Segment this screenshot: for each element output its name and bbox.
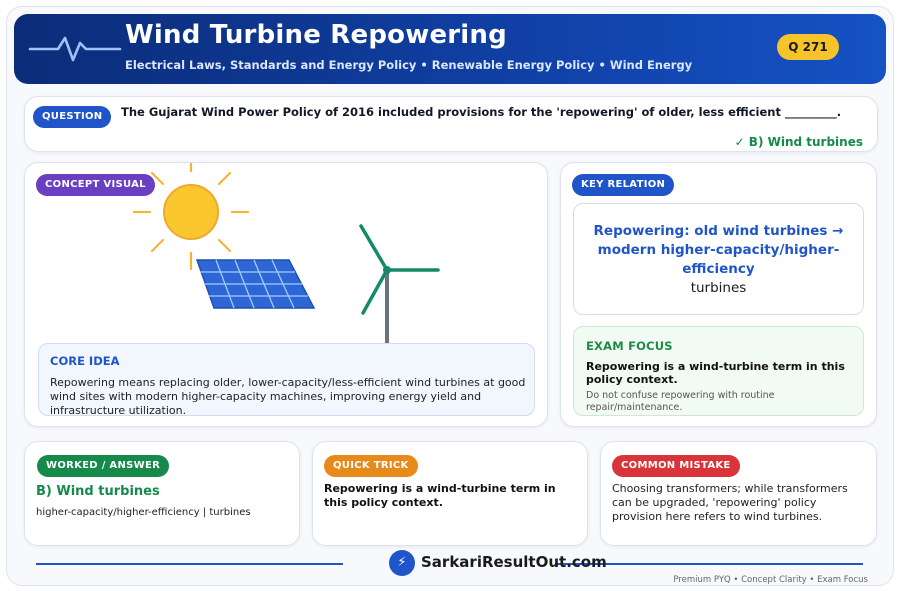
core-idea-heading: CORE IDEA xyxy=(50,354,120,368)
core-idea-text: Repowering means replacing older, lower-… xyxy=(50,376,526,417)
worked-answer-value: B) Wind turbines xyxy=(36,484,160,499)
core-idea-box: CORE IDEA Repowering means replacing old… xyxy=(38,343,535,417)
exam-focus-text: Repowering is a wind-turbine term in thi… xyxy=(586,360,845,386)
worked-answer-card: WORKED / ANSWER B) Wind turbines higher-… xyxy=(24,441,300,546)
key-relation-card: KEY RELATION Repowering: old wind turbin… xyxy=(560,162,877,427)
footer-divider-left xyxy=(36,563,343,565)
relation-statement: Repowering: old wind turbines → modern h… xyxy=(593,223,844,277)
exam-focus-heading: EXAM FOCUS xyxy=(586,339,673,353)
sun-icon xyxy=(132,163,250,271)
question-label: QUESTION xyxy=(33,106,112,128)
question-number-badge: Q 271 xyxy=(777,34,839,60)
quick-trick-text: Repowering is a wind-turbine term in thi… xyxy=(324,482,556,509)
concept-visual-card: CONCEPT VISUAL CORE IDEA Repowering mean… xyxy=(24,162,548,427)
header-banner: Wind Turbine Repowering Electrical Laws,… xyxy=(14,14,886,84)
worked-answer-label: WORKED / ANSWER xyxy=(37,455,170,477)
page-title: Wind Turbine Repowering xyxy=(125,20,507,50)
lightning-logo-icon: ⚡ xyxy=(389,550,415,576)
quick-trick-label: QUICK TRICK xyxy=(324,455,418,477)
question-card: QUESTION The Gujarat Wind Power Policy o… xyxy=(24,96,878,152)
pulse-wave-icon xyxy=(28,36,122,62)
question-answer: ✓ B) Wind turbines xyxy=(734,135,863,149)
footer-tagline: Premium PYQ • Concept Clarity • Exam Foc… xyxy=(673,575,868,585)
question-text: The Gujarat Wind Power Policy of 2016 in… xyxy=(121,105,842,119)
solar-panel-icon xyxy=(195,259,316,309)
footer-brand[interactable]: SarkariResultOut.com xyxy=(421,553,607,571)
quick-trick-card: QUICK TRICK Repowering is a wind-turbine… xyxy=(312,441,588,546)
common-mistake-card: COMMON MISTAKE Choosing transformers; wh… xyxy=(600,441,877,546)
relation-statement-end: turbines xyxy=(690,280,747,296)
relation-box: Repowering: old wind turbines → modern h… xyxy=(573,203,864,315)
topic-breadcrumb: Electrical Laws, Standards and Energy Po… xyxy=(125,58,693,72)
common-mistake-text: Choosing transformers; while transformer… xyxy=(612,482,848,523)
worked-answer-detail: higher-capacity/higher-efficiency | turb… xyxy=(36,507,251,518)
wind-turbine-icon xyxy=(359,224,440,348)
key-relation-label: KEY RELATION xyxy=(572,174,675,196)
concept-illustration xyxy=(132,163,440,348)
common-mistake-label: COMMON MISTAKE xyxy=(612,455,740,477)
exam-focus-note: Do not confuse repowering with routine r… xyxy=(586,390,775,413)
exam-focus-box: EXAM FOCUS Repowering is a wind-turbine … xyxy=(573,326,864,416)
